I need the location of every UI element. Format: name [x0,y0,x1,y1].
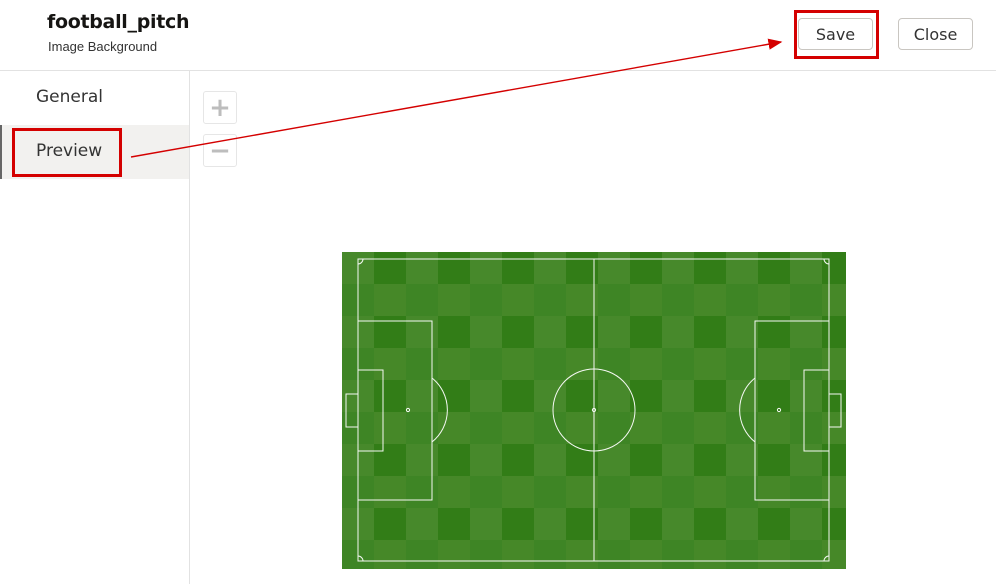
sidebar-item-general[interactable]: General [0,71,189,125]
sidebar-item-label: General [36,87,103,107]
sidebar-item-label: Preview [36,141,103,161]
zoom-out-button[interactable]: − [203,134,237,167]
pitch-preview-image [342,252,846,569]
zoom-in-button[interactable]: + [203,91,237,124]
sidebar-item-preview[interactable]: Preview [0,125,189,179]
save-button[interactable]: Save [798,18,873,50]
page-title: football_pitch [47,11,190,33]
header: football_pitch Image Background Save Clo… [0,0,996,71]
close-button[interactable]: Close [898,18,973,50]
football-pitch-image [342,252,846,569]
page-subtitle: Image Background [48,39,158,54]
sidebar: General Preview [0,71,190,584]
